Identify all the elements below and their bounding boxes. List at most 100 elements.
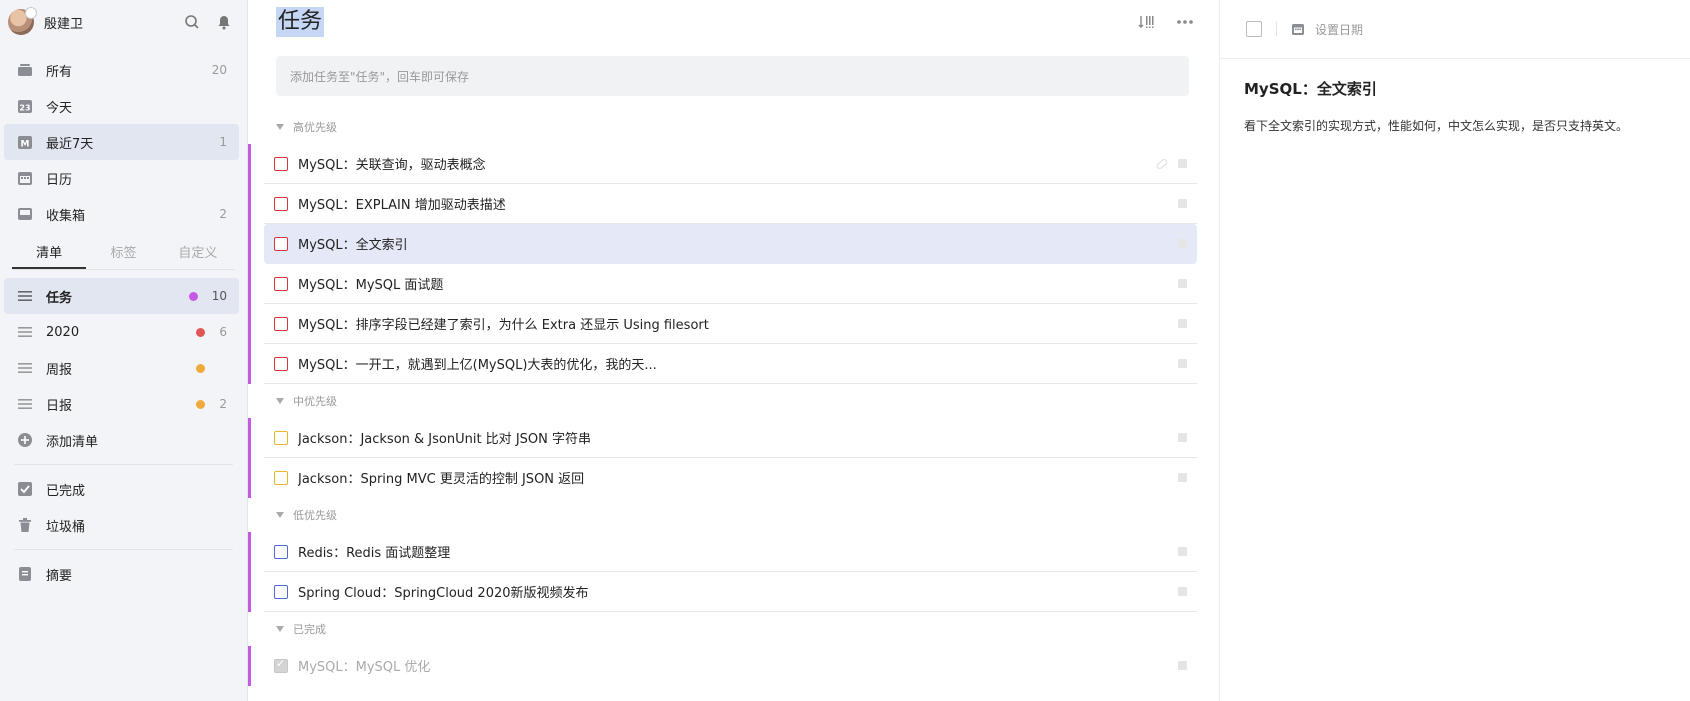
task-row[interactable]: MySQL：关联查询，驱动表概念 — [248, 144, 1197, 184]
add-list-label: 添加清单 — [46, 434, 99, 450]
task-checkbox[interactable] — [274, 276, 288, 291]
tab-custom[interactable]: 自定义 — [161, 240, 235, 269]
sidebar-tabs: 清单 标签 自定义 — [12, 240, 235, 270]
group-header-completed[interactable]: 已完成 — [248, 612, 1219, 646]
detail-description[interactable]: 看下全文索引的实现方式，性能如何，中文怎么实现，是否只支持英文。 — [1220, 99, 1690, 134]
task-row[interactable]: Spring Cloud：SpringCloud 2020新版视频发布 — [248, 572, 1197, 612]
task-row[interactable]: Redis：Redis 面试题整理 — [248, 532, 1197, 572]
task-row[interactable]: MySQL：排序字段已经建了索引，为什么 Extra 还显示 Using fil… — [248, 304, 1197, 344]
task-row[interactable]: MySQL：一开工，就遇到上亿(MySQL)大表的优化，我的天... — [248, 344, 1197, 384]
task-row-selected[interactable]: MySQL：全文索引 — [248, 224, 1197, 264]
task-row[interactable]: Jackson：Spring MVC 更灵活的控制 JSON 返回 — [248, 458, 1197, 498]
note-icon — [1178, 661, 1187, 670]
list-count: 2 — [219, 397, 227, 411]
nav-label: 今天 — [46, 100, 73, 116]
add-list-button[interactable]: 添加清单 — [4, 422, 239, 458]
more-icon[interactable] — [1173, 10, 1197, 34]
task-checkbox[interactable] — [274, 236, 288, 251]
nav-calendar[interactable]: 日历 — [4, 160, 239, 196]
list-color-dot — [196, 363, 205, 373]
task-checkbox[interactable] — [274, 156, 288, 171]
task-row[interactable]: Jackson：Jackson & JsonUnit 比对 JSON 字符串 — [248, 418, 1197, 458]
task-title[interactable]: MySQL：一开工，就遇到上亿(MySQL)大表的优化，我的天... — [298, 354, 1178, 373]
task-row[interactable]: MySQL：MySQL 面试题 — [248, 264, 1197, 304]
list-item-daily[interactable]: 日报 2 — [4, 386, 239, 422]
task-title[interactable]: MySQL：全文索引 — [298, 234, 1178, 253]
nav-completed[interactable]: 已完成 — [4, 471, 239, 507]
divider — [14, 464, 233, 465]
nav-all[interactable]: 所有 20 — [4, 52, 239, 88]
sort-priority-icon[interactable] — [1135, 10, 1159, 34]
task-checkbox[interactable] — [274, 196, 288, 211]
note-icon — [1178, 159, 1187, 168]
list-label: 日报 — [46, 398, 73, 414]
tab-lists[interactable]: 清单 — [12, 240, 87, 269]
task-title[interactable]: Jackson：Jackson & JsonUnit 比对 JSON 字符串 — [298, 428, 1178, 447]
group-header-mid[interactable]: 中优先级 — [248, 384, 1219, 418]
nav-label: 最近7天 — [46, 136, 94, 152]
task-row[interactable]: MySQL：EXPLAIN 增加驱动表描述 — [248, 184, 1197, 224]
tab-tags[interactable]: 标签 — [86, 240, 160, 269]
list-count: 6 — [219, 325, 227, 339]
calendar-icon[interactable] — [1291, 22, 1305, 36]
nav-inbox[interactable]: 收集箱 2 — [4, 196, 239, 232]
set-date-button[interactable]: 设置日期 — [1315, 21, 1363, 38]
calendar-m-icon: M — [16, 133, 34, 151]
nav-today[interactable]: 23 今天 — [4, 88, 239, 124]
divider — [14, 549, 233, 550]
bell-icon[interactable] — [213, 11, 235, 33]
inbox-stack-icon — [16, 61, 34, 79]
caret-down-icon — [276, 626, 284, 632]
main-header: 任务 — [248, 0, 1219, 44]
list-label: 2020 — [46, 324, 80, 340]
list-color-dot — [196, 327, 206, 337]
nav-label: 摘要 — [46, 568, 73, 584]
calendar-23-icon: 23 — [16, 97, 34, 115]
username[interactable]: 殷建卫 — [44, 13, 171, 32]
detail-title[interactable]: MySQL：全文索引 — [1220, 59, 1690, 99]
task-checkbox[interactable] — [274, 544, 288, 559]
note-icon — [1178, 319, 1187, 328]
task-title[interactable]: MySQL：MySQL 优化 — [298, 656, 1178, 675]
task-title[interactable]: MySQL：EXPLAIN 增加驱动表描述 — [298, 194, 1178, 213]
task-title[interactable]: Redis：Redis 面试题整理 — [298, 542, 1178, 561]
task-checkbox[interactable] — [274, 584, 288, 599]
list-color-bar — [248, 532, 251, 572]
group-header-high[interactable]: 高优先级 — [248, 110, 1219, 144]
task-checkbox-checked[interactable] — [274, 657, 288, 673]
avatar[interactable] — [8, 7, 37, 35]
nav-label: 日历 — [46, 172, 73, 188]
group-name: 高优先级 — [293, 121, 337, 134]
plus-circle-icon — [16, 431, 34, 449]
search-icon[interactable] — [181, 11, 203, 33]
task-checkbox[interactable] — [274, 356, 288, 371]
note-icon — [1178, 279, 1187, 288]
task-title[interactable]: Jackson：Spring MVC 更灵活的控制 JSON 返回 — [298, 468, 1178, 487]
calendar-icon — [16, 169, 34, 187]
caret-down-icon — [276, 124, 284, 130]
detail-checkbox[interactable] — [1246, 21, 1262, 37]
list-item-tasks[interactable]: 任务 10 — [4, 278, 239, 314]
task-checkbox[interactable] — [274, 470, 288, 485]
group-name: 中优先级 — [293, 395, 337, 408]
nav-label: 所有 — [46, 64, 73, 80]
list-lines-icon — [16, 395, 34, 413]
add-task-input[interactable]: 添加任务至"任务"，回车即可保存 — [276, 56, 1189, 96]
list-item-2020[interactable]: 2020 6 — [4, 314, 239, 350]
list-color-bar — [248, 144, 251, 184]
task-title[interactable]: Spring Cloud：SpringCloud 2020新版视频发布 — [298, 582, 1178, 601]
nav-trash[interactable]: 垃圾桶 — [4, 507, 239, 543]
page-title[interactable]: 任务 — [276, 7, 325, 37]
task-checkbox[interactable] — [274, 316, 288, 331]
group-header-low[interactable]: 低优先级 — [248, 498, 1219, 532]
task-row-completed[interactable]: MySQL：MySQL 优化 — [248, 646, 1197, 686]
task-title[interactable]: MySQL：排序字段已经建了索引，为什么 Extra 还显示 Using fil… — [298, 314, 1178, 333]
task-title[interactable]: MySQL：关联查询，驱动表概念 — [298, 154, 1156, 173]
task-title[interactable]: MySQL：MySQL 面试题 — [298, 274, 1178, 293]
nav-label: 收集箱 — [46, 208, 86, 224]
task-checkbox[interactable] — [274, 430, 288, 445]
list-item-weekly[interactable]: 周报 — [4, 350, 239, 386]
trash-icon — [16, 516, 34, 534]
nav-next-7-days[interactable]: M 最近7天 1 — [4, 124, 239, 160]
nav-summary[interactable]: 摘要 — [4, 556, 239, 592]
